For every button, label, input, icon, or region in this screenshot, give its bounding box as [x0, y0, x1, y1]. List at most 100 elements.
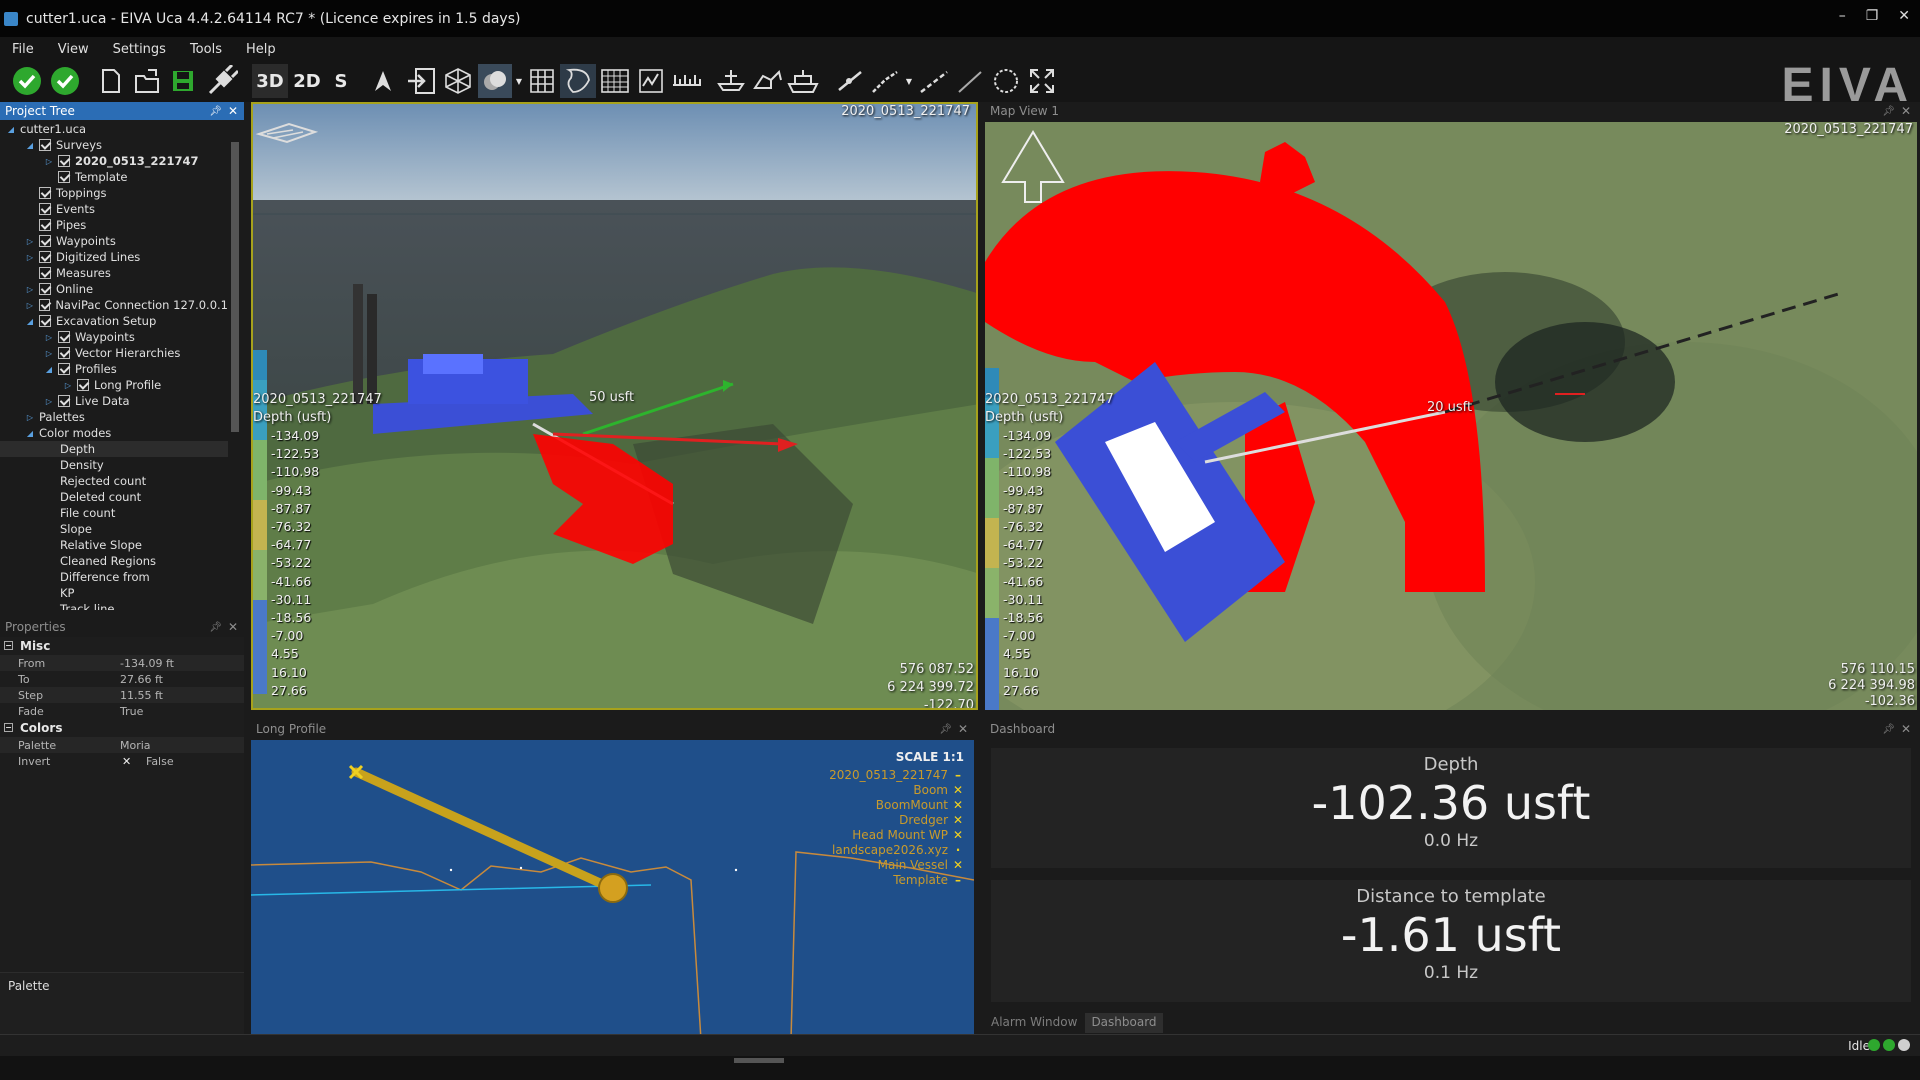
visibility-checkbox[interactable] — [58, 395, 70, 407]
menu-tools[interactable]: Tools — [190, 42, 222, 57]
property-row[interactable]: To 27.66 ft — [0, 671, 244, 687]
tree-node[interactable]: ▷ Palettes — [0, 409, 228, 425]
profile-chart-icon[interactable] — [636, 64, 666, 98]
tree-node[interactable]: KP — [0, 585, 228, 601]
pin-icon[interactable]: 📌︎ — [209, 106, 222, 117]
pin-icon[interactable]: 📌︎ — [1882, 724, 1895, 735]
close-panel-icon[interactable]: ✕ — [228, 104, 238, 118]
new-file-icon[interactable] — [98, 64, 124, 98]
visibility-checkbox[interactable] — [39, 203, 51, 215]
expand-arrow-icon[interactable]: ▷ — [44, 397, 54, 406]
circle-tool-icon[interactable] — [990, 64, 1022, 98]
tree-node[interactable]: Relative Slope — [0, 537, 228, 553]
tree-node[interactable]: Measures — [0, 265, 228, 281]
property-row[interactable]: From -134.09 ft — [0, 655, 244, 671]
menu-view[interactable]: View — [58, 42, 89, 57]
property-value[interactable]: -134.09 ft — [120, 657, 174, 670]
close-panel-icon[interactable]: ✕ — [958, 722, 968, 736]
tree-node[interactable]: Pipes — [0, 217, 228, 233]
3d-view[interactable]: 2020_0513_221747 2020_0513_221747 Depth … — [251, 102, 978, 710]
expand-arrow-icon[interactable]: ▷ — [44, 333, 54, 342]
property-value[interactable]: 11.55 ft — [120, 689, 163, 702]
property-value[interactable]: False — [146, 755, 174, 768]
north-arrow-icon[interactable] — [370, 64, 396, 98]
tree-node[interactable]: Depth — [0, 441, 228, 457]
property-value[interactable]: True — [120, 705, 143, 718]
expand-arrow-icon[interactable]: ▷ — [25, 253, 35, 262]
property-value[interactable]: 27.66 ft — [120, 673, 163, 686]
property-row[interactable]: Step 11.55 ft — [0, 687, 244, 703]
scroll-thumb[interactable] — [734, 1058, 784, 1063]
contour-map-icon[interactable] — [560, 64, 596, 98]
save-icon[interactable] — [170, 64, 196, 98]
profile-legend-item[interactable]: BoomMount ✕ — [876, 798, 964, 812]
visibility-checkbox[interactable] — [39, 235, 51, 247]
menu-settings[interactable]: Settings — [113, 42, 166, 57]
tree-node[interactable]: Track line — [0, 601, 228, 610]
expand-arrow-icon[interactable]: ▷ — [44, 349, 54, 358]
tree-scrollbar[interactable] — [230, 120, 240, 610]
diagonal-line-icon[interactable] — [954, 64, 986, 98]
expand-arrow-icon[interactable]: ◢ — [44, 365, 54, 374]
tree-node[interactable]: ▷ Online — [0, 281, 228, 297]
visibility-checkbox[interactable] — [58, 155, 70, 167]
menu-help[interactable]: Help — [246, 42, 276, 57]
mode-3d-button[interactable]: 3D — [252, 64, 288, 98]
close-panel-icon[interactable]: ✕ — [1901, 104, 1911, 118]
tree-node[interactable]: Events — [0, 201, 228, 217]
dashed-line-icon[interactable] — [918, 64, 950, 98]
open-folder-icon[interactable] — [134, 64, 162, 98]
visibility-checkbox[interactable] — [58, 363, 70, 375]
horizontal-scrollbar[interactable] — [0, 1056, 1920, 1080]
pin-icon[interactable]: 📌︎ — [1882, 106, 1895, 117]
tree-node[interactable]: ▷ Waypoints — [0, 233, 228, 249]
visibility-checkbox[interactable] — [39, 219, 51, 231]
shading-icon[interactable] — [478, 64, 512, 98]
expand-arrow-icon[interactable]: ▷ — [25, 413, 35, 422]
profile-legend-item[interactable]: 2020_0513_221747– — [829, 768, 964, 782]
expand-arrow-icon[interactable]: ▷ — [25, 285, 35, 294]
tree-node[interactable]: Template — [0, 169, 228, 185]
tree-node[interactable]: File count — [0, 505, 228, 521]
expand-arrow-icon[interactable]: ▷ — [44, 157, 54, 166]
visibility-checkbox[interactable] — [58, 347, 70, 359]
expand-arrow-icon[interactable]: ▷ — [25, 301, 35, 310]
apply-check-icon[interactable] — [50, 64, 80, 98]
tree-node[interactable]: ◢ cutter1.uca — [0, 121, 228, 137]
line-tool-icon[interactable] — [834, 64, 866, 98]
tree-node[interactable]: Difference from — [0, 569, 228, 585]
tree-node[interactable]: ▷ Digitized Lines — [0, 249, 228, 265]
menu-file[interactable]: File — [12, 42, 34, 57]
tab-dashboard[interactable]: Dashboard — [1085, 1013, 1163, 1033]
tree-node[interactable]: Toppings — [0, 185, 228, 201]
tree-node[interactable]: ◢ Excavation Setup — [0, 313, 228, 329]
tree-node[interactable]: Cleaned Regions — [0, 553, 228, 569]
raster-grid-icon[interactable] — [598, 64, 632, 98]
pin-icon[interactable]: 📌︎ — [939, 724, 952, 735]
expand-arrow-icon[interactable]: ▷ — [25, 237, 35, 246]
tree-node[interactable]: ▷ Long Profile — [0, 377, 228, 393]
scroll-thumb[interactable] — [231, 142, 239, 432]
map-scene[interactable] — [985, 122, 1917, 710]
expand-arrow-icon[interactable]: ▷ — [63, 381, 73, 390]
visibility-checkbox[interactable] — [58, 331, 70, 343]
line-dropdown-icon[interactable]: ▼ — [904, 64, 914, 98]
misc-category[interactable]: − Misc — [0, 637, 244, 655]
long-profile-view[interactable]: SCALE 1:1 2020_0513_221747– Boom ✕ BoomMoun… — [251, 740, 974, 1034]
visibility-checkbox[interactable] — [38, 299, 51, 311]
tree-node[interactable]: ▷ Waypoints — [0, 329, 228, 345]
profile-legend-item[interactable]: landscape2026.xyz · — [832, 843, 964, 857]
profile-legend-item[interactable]: Boom ✕ — [913, 783, 964, 797]
visibility-checkbox[interactable] — [39, 139, 51, 151]
dredger-icon[interactable] — [714, 64, 748, 98]
close-panel-icon[interactable]: ✕ — [1901, 722, 1911, 736]
tab-alarm-window[interactable]: Alarm Window — [985, 1013, 1083, 1033]
profile-legend-item[interactable]: Head Mount WP ✕ — [852, 828, 964, 842]
visibility-checkbox[interactable] — [58, 171, 70, 183]
profile-plot[interactable] — [251, 740, 974, 1034]
tree-node[interactable]: Rejected count — [0, 473, 228, 489]
visibility-checkbox[interactable] — [39, 283, 51, 295]
fullscreen-icon[interactable] — [1026, 64, 1058, 98]
visibility-checkbox[interactable] — [39, 315, 51, 327]
expand-arrow-icon[interactable]: ◢ — [25, 317, 35, 326]
